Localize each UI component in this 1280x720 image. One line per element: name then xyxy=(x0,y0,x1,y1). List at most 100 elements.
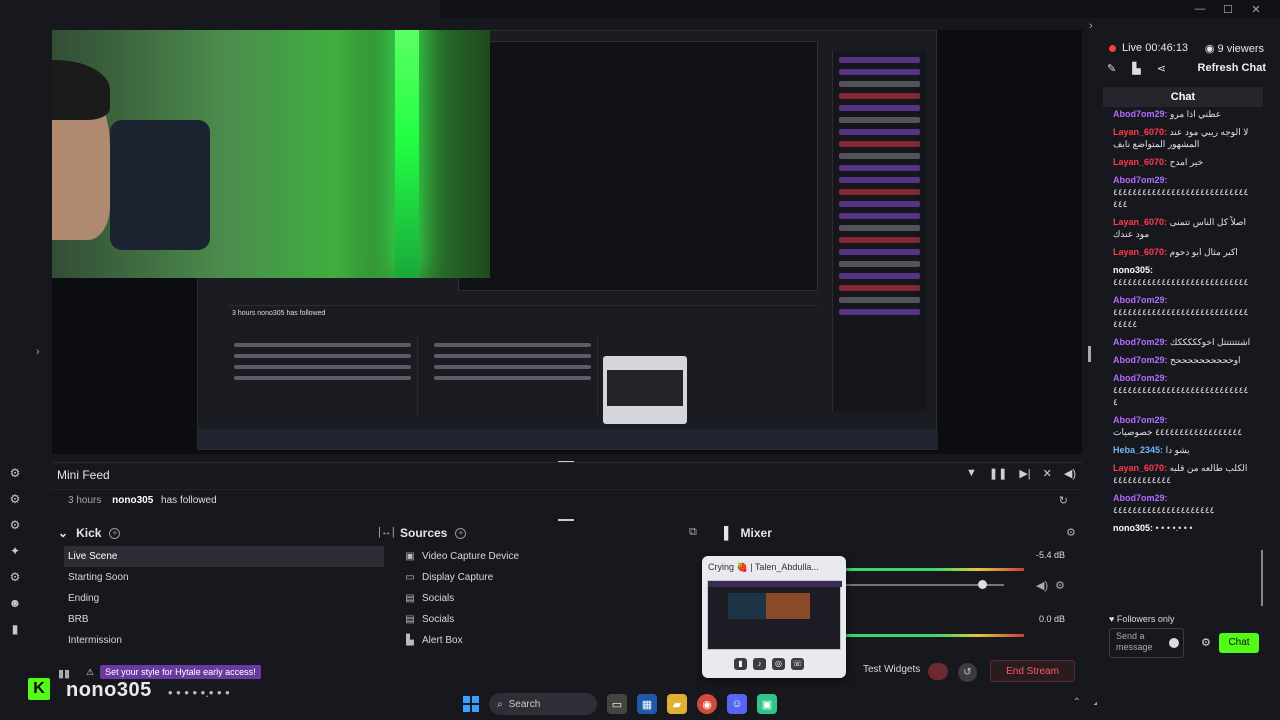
refresh-icon[interactable]: ↻ xyxy=(1059,490,1068,512)
store-icon[interactable]: ▦ xyxy=(637,694,657,714)
chat-username[interactable]: Abod7om29: xyxy=(1113,175,1168,185)
chat-message: Layan_6070: اصلاً كل الناس تتمنى مود عند… xyxy=(1113,216,1253,240)
emoji-icon[interactable] xyxy=(1169,638,1179,648)
chat-username[interactable]: Abod7om29: xyxy=(1113,493,1168,503)
chat-username[interactable]: Abod7om29: xyxy=(1113,295,1168,305)
record-button[interactable] xyxy=(928,663,948,680)
send-chat-button[interactable]: Chat xyxy=(1219,633,1259,653)
chat-username[interactable]: nono305: xyxy=(1113,265,1153,275)
highlight-icon[interactable]: ✦ xyxy=(0,538,30,564)
nested-chat xyxy=(832,51,926,411)
share-icon[interactable]: ⋖ xyxy=(1157,62,1166,75)
chat-text: يشو دا xyxy=(1163,445,1190,455)
filter-icon[interactable]: ▼ xyxy=(966,467,977,480)
chat-settings-icon[interactable]: ⚙ xyxy=(1201,636,1211,649)
speaker-icon[interactable]: ◀) xyxy=(1036,579,1048,592)
chevron-right-icon[interactable]: › xyxy=(36,346,40,358)
live-dot xyxy=(1109,44,1116,52)
source-folder-icon[interactable]: ⧉ xyxy=(689,526,697,539)
nested-taskbar xyxy=(198,429,938,449)
chat-message: Abod7om29: عطني اذا مرو xyxy=(1113,108,1253,120)
task-view-icon[interactable]: ▭ xyxy=(607,694,627,714)
test-widgets-button[interactable]: Test Widgets xyxy=(863,664,920,675)
scene-item[interactable]: Live Scene xyxy=(64,546,384,567)
chat-scrollbar[interactable] xyxy=(1261,550,1263,606)
mixer-settings-icon[interactable]: ⚙ xyxy=(1066,526,1076,539)
theme-icon[interactable]: ⚙ xyxy=(0,460,30,486)
chat-username[interactable]: Abod7om29: xyxy=(1113,109,1168,119)
settings-icon[interactable]: ⚙ xyxy=(0,564,30,590)
channel-settings-icon[interactable]: ⚙ xyxy=(1055,579,1065,592)
chat-username[interactable]: Abod7om29: xyxy=(1113,373,1168,383)
add-scene-icon[interactable]: + xyxy=(109,527,121,539)
eye-icon: ◉ xyxy=(1204,43,1215,55)
chat-message: Abod7om29: ٤٤٤٤٤٤٤٤٤٤٤٤٤٤٤٤٤٤ خصوصيات xyxy=(1113,414,1253,438)
chat-username[interactable]: Heba_2345: xyxy=(1113,445,1163,455)
kick-logo: K xyxy=(28,678,50,700)
chat-username[interactable]: Layan_6070: xyxy=(1113,463,1167,473)
chevron-down-icon[interactable]: ⌄ xyxy=(58,526,68,540)
source-item[interactable]: ▣ Video Capture Device xyxy=(404,546,704,567)
scene-item[interactable]: BRB xyxy=(64,609,384,630)
chat-tools: ✎ ▙ ⋖ xyxy=(1107,62,1166,75)
skip-icon[interactable]: ▶| xyxy=(1019,467,1030,480)
chat-username[interactable]: Abod7om29: xyxy=(1113,355,1168,365)
close-icon[interactable]: ✕ xyxy=(1250,3,1262,16)
mini-feed-controls: ▼ ❚❚ ▶| ✕ ◀) xyxy=(966,467,1076,480)
minimize-icon[interactable]: — xyxy=(1194,3,1206,15)
pause-icon[interactable]: ❚❚ xyxy=(989,467,1007,480)
chat-text: ٤٤٤٤٤٤٤٤٤٤٤٤٤٤٤٤٤٤ خصوصيات xyxy=(1113,427,1243,437)
layout-icon[interactable]: ⚙ xyxy=(0,512,30,538)
split-view-icon[interactable]: |↔| xyxy=(378,526,395,538)
edit-icon[interactable]: ✎ xyxy=(1107,62,1116,75)
chat-username[interactable]: Abod7om29: xyxy=(1113,337,1168,347)
source-item[interactable]: ▙ Alert Box xyxy=(404,630,704,651)
stream-preview: 3 hours nono305 has followed xyxy=(52,30,1082,454)
chat-username[interactable]: Layan_6070: xyxy=(1113,247,1167,257)
volume-icon[interactable]: ◀) xyxy=(1064,467,1076,480)
chat-username[interactable]: Layan_6070: xyxy=(1113,157,1167,167)
folder-icon[interactable]: ▰ xyxy=(667,694,687,714)
chat-username[interactable]: Layan_6070: xyxy=(1113,217,1167,227)
windows-taskbar: ⌕ Search ▭ ▦ ▰ ◉ ☺ ▣ xyxy=(463,690,777,718)
mute-alerts-icon[interactable]: ✕ xyxy=(1043,467,1052,480)
feed-time: 3 hours xyxy=(68,495,102,506)
scene-item[interactable]: Ending xyxy=(64,588,384,609)
scene-collection-title[interactable]: Kick xyxy=(76,526,101,540)
chat-username[interactable]: Abod7om29: xyxy=(1113,415,1168,425)
chat-username[interactable]: Layan_6070: xyxy=(1113,127,1167,137)
chat-username[interactable]: nono305: xyxy=(1113,523,1153,533)
source-item[interactable]: ▤ Socials xyxy=(404,588,704,609)
stats-icon[interactable]: ▮ xyxy=(0,616,30,642)
camera-icon: ▣ xyxy=(405,551,415,562)
end-stream-button[interactable]: End Stream xyxy=(990,660,1075,682)
replay-buffer-icon[interactable]: ↺ xyxy=(958,663,977,682)
source-item[interactable]: ▤ Socials xyxy=(404,609,704,630)
refresh-chat-button[interactable]: Refresh Chat xyxy=(1198,62,1266,74)
profile-icon[interactable]: ☻ xyxy=(0,590,30,616)
search-icon: ⌕ xyxy=(497,698,503,710)
volume-knob[interactable] xyxy=(978,580,987,589)
live-timer: Live 00:46:13 xyxy=(1122,42,1189,54)
discord-icon[interactable]: ☺ xyxy=(727,694,747,714)
studio-icon[interactable]: ⚙ xyxy=(0,486,30,512)
channel-db: 0.0 dB xyxy=(1038,614,1065,624)
chrome-icon[interactable]: ◉ xyxy=(697,694,717,714)
streamlabs-icon[interactable]: ▣ xyxy=(757,694,777,714)
source-item[interactable]: ▭ Display Capture xyxy=(404,567,704,588)
maximize-icon[interactable]: ☐ xyxy=(1222,3,1234,16)
collapse-chat-icon[interactable]: › xyxy=(1089,20,1093,32)
tray-chevron-icon[interactable]: ⌃ xyxy=(1073,697,1081,708)
mixer-sliders-icon: ▌ xyxy=(724,526,733,540)
clip-icon[interactable]: ▙ xyxy=(1132,62,1140,75)
add-source-icon[interactable]: + xyxy=(455,527,467,539)
chat-text: ٤٤٤٤٤٤٤٤٤٤٤٤٤٤٤٤٤٤٤٤٤٤٤٤٤٤٤٤٤ xyxy=(1113,385,1249,407)
scene-item[interactable]: Starting Soon xyxy=(64,567,384,588)
scene-item[interactable]: Intermission xyxy=(64,630,384,651)
chat-messages: Abod7om29: عطني اذا مرو Layan_6070: لا ال… xyxy=(1113,108,1253,613)
chat-resize-handle[interactable] xyxy=(1088,346,1091,362)
taskbar-search[interactable]: ⌕ Search xyxy=(489,693,597,715)
feed-user: nono305 xyxy=(112,495,154,506)
windows-start-icon[interactable] xyxy=(463,696,479,712)
preview-thumbnail[interactable] xyxy=(707,580,842,650)
